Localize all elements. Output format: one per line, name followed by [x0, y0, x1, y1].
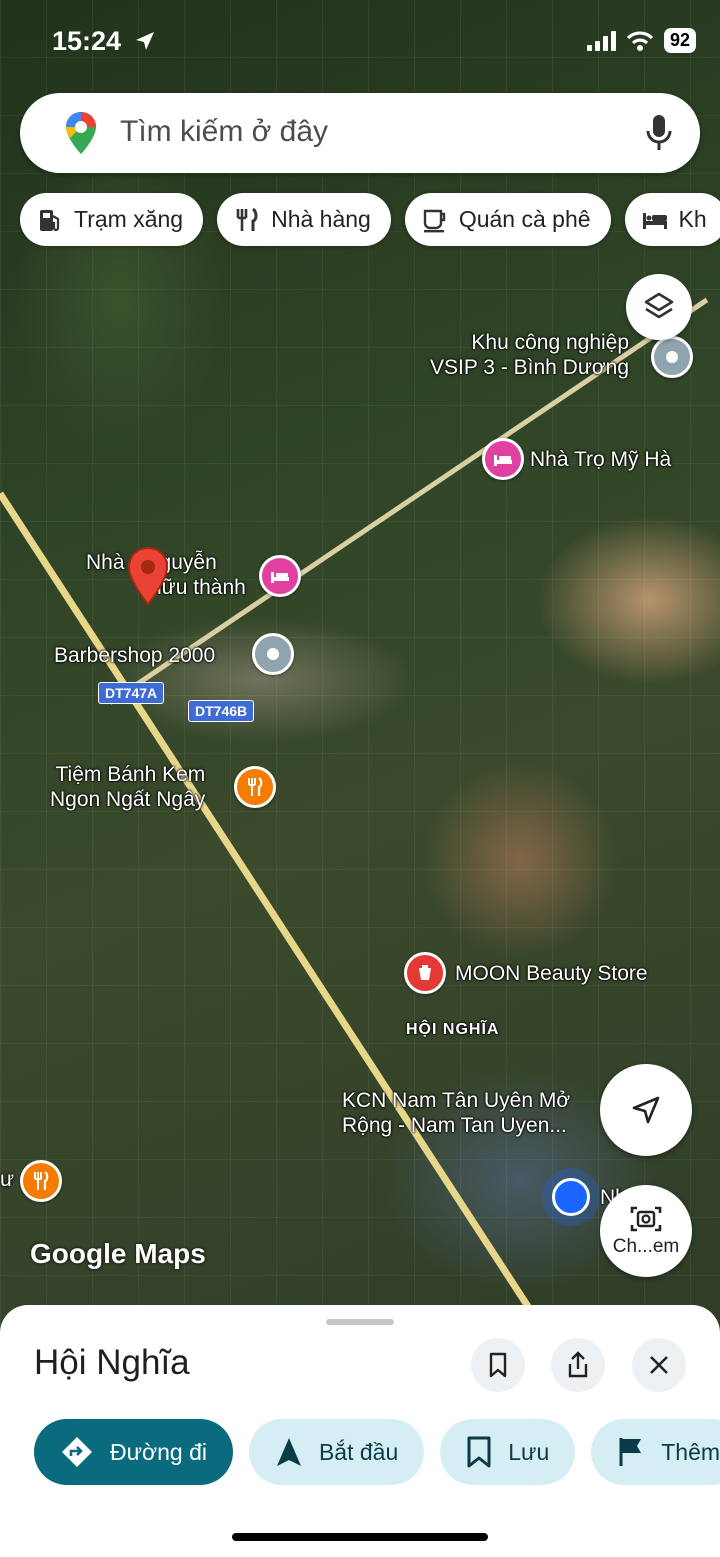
google-maps-logo: Google Maps [30, 1238, 206, 1269]
partial-left-label: ư [0, 1168, 15, 1191]
road-shield-dt747a: DT747A [98, 682, 165, 704]
recenter-button[interactable] [600, 1064, 692, 1156]
hotel-icon [642, 212, 667, 229]
bed-icon [494, 455, 512, 466]
directions-button[interactable]: Đường đi [34, 1419, 233, 1485]
beauty-icon [419, 965, 431, 980]
tiem-banh-line2: Ngon Ngất Ngây [50, 788, 206, 812]
directions-icon [62, 1437, 92, 1467]
tiem-banh-label[interactable]: Tiệm Bánh Kem Ngon Ngất Ngây [50, 762, 205, 812]
layers-button[interactable] [626, 274, 692, 340]
moon-beauty-label[interactable]: MOON Beauty Store [455, 961, 648, 986]
barbershop-label[interactable]: Barbershop 2000 [54, 643, 215, 668]
share-button[interactable] [551, 1338, 605, 1392]
kcn-line2: Rộng - Nam Tan Uyen... [342, 1114, 567, 1138]
chip-hotel[interactable]: Kh [624, 193, 720, 246]
kcn-line1: KCN Nam Tân Uyên Mở [342, 1089, 571, 1112]
chip-restaurant[interactable]: Nhà hàng [217, 193, 391, 246]
save-label: Lưu [508, 1438, 550, 1465]
bookmark-icon [467, 1436, 491, 1468]
close-icon [650, 1356, 668, 1374]
status-time: 15:24 [52, 26, 122, 56]
google-maps-pin-icon [66, 112, 96, 154]
nha-tro-label[interactable]: Nhà Trọ Mỹ Hà [530, 447, 671, 472]
navigation-arrow-icon [632, 1096, 660, 1124]
chip-label: Kh [678, 206, 707, 232]
home-indicator [232, 1533, 488, 1541]
wifi-icon [626, 30, 654, 51]
bookmark-icon [489, 1352, 507, 1378]
barbershop-pin[interactable] [252, 633, 294, 675]
bed-icon [271, 572, 289, 583]
place-title: Hội Nghĩa [34, 1343, 190, 1382]
share-icon [568, 1351, 588, 1378]
chip-label: Quán cà phê [458, 206, 591, 232]
microphone-icon[interactable] [644, 113, 674, 153]
save-button[interactable]: Lưu [440, 1419, 576, 1485]
more-button[interactable]: Thêm [591, 1419, 720, 1485]
beauty-pin-moon[interactable] [404, 952, 446, 994]
vsip-line1: Khu công nghiệp [471, 331, 630, 354]
kcn-label[interactable]: KCN Nam Tân Uyên Mở Rộng - Nam Tan Uyen.… [342, 1088, 570, 1138]
signal-icon [586, 30, 616, 51]
coffee-icon [423, 209, 446, 232]
chip-gas-station[interactable]: Trạm xăng [20, 193, 204, 246]
navigation-arrow-icon [276, 1438, 301, 1466]
start-label: Bắt đầu [318, 1438, 399, 1465]
place-bottom-sheet[interactable]: Hội Nghĩa Đường đi Bắt đầu Lưu Thêm [0, 1305, 720, 1557]
food-pin-tiem-banh[interactable] [234, 766, 276, 808]
my-location-dot [552, 1178, 590, 1216]
save-icon-button[interactable] [471, 1338, 525, 1392]
layers-icon [644, 292, 674, 319]
gas-station-icon [40, 209, 60, 231]
road-shield-dt746b: DT746B [188, 700, 255, 722]
more-label: Thêm [661, 1438, 720, 1465]
chip-label: Nhà hàng [271, 206, 371, 232]
camera-button-label: Ch...em [612, 1236, 680, 1257]
vsip-line2: VSIP 3 - Bình Dương [430, 356, 630, 380]
search-bar[interactable]: Tìm kiếm ở đây [20, 93, 700, 173]
red-location-pin-icon[interactable] [126, 546, 170, 610]
restaurant-icon [236, 207, 258, 231]
hotel-pin-nguyen[interactable] [259, 555, 301, 597]
chip-label: Trạm xăng [74, 206, 184, 232]
camera-search-icon [630, 1206, 662, 1232]
status-right: 92 [586, 28, 696, 53]
fork-knife-icon [248, 777, 263, 796]
status-bar: 15:24 92 [0, 22, 720, 62]
category-chips: Trạm xăng Nhà hàng Quán cà phê Kh [20, 193, 720, 246]
chip-coffee[interactable]: Quán cà phê [404, 193, 611, 246]
place-actions: Đường đi Bắt đầu Lưu Thêm [34, 1419, 720, 1485]
tiem-banh-line1: Tiệm Bánh Kem [55, 763, 206, 786]
food-pin-left[interactable] [20, 1160, 62, 1202]
vsip-label[interactable]: Khu công nghiệp VSIP 3 - Bình Dương [430, 330, 629, 380]
location-arrow-icon [136, 32, 154, 50]
flag-icon [619, 1438, 642, 1466]
camera-search-button[interactable]: Ch...em [600, 1185, 692, 1277]
area-label-hoi-nghia: HỘI NGHĨA [406, 1021, 500, 1038]
vsip-pin[interactable] [651, 336, 693, 378]
close-button[interactable] [632, 1338, 686, 1392]
battery-indicator: 92 [663, 28, 696, 53]
directions-label: Đường đi [110, 1438, 207, 1465]
fork-knife-icon [34, 1171, 49, 1190]
hotel-pin-my-ha[interactable] [482, 438, 524, 480]
search-placeholder[interactable]: Tìm kiếm ở đây [120, 115, 328, 149]
sheet-drag-handle[interactable] [326, 1319, 394, 1325]
start-button[interactable]: Bắt đầu [248, 1419, 425, 1485]
